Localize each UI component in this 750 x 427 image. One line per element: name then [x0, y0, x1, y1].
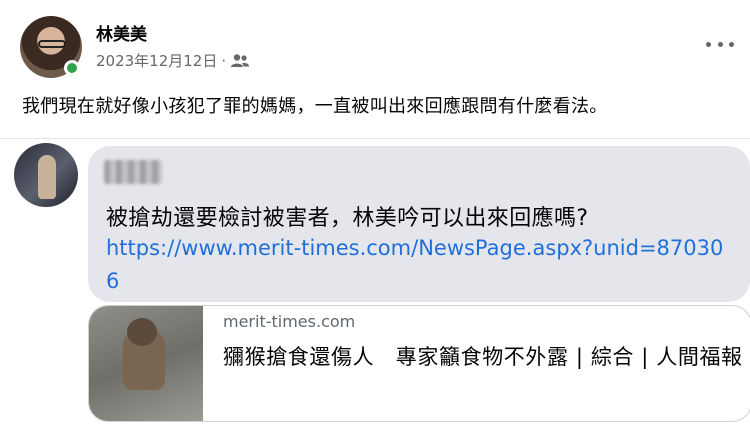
online-status-icon — [64, 60, 80, 76]
commenter-name-blurred[interactable] — [104, 160, 162, 184]
avatar-glasses — [38, 40, 66, 48]
post-meta: 2023年12月12日 · — [96, 50, 250, 71]
preview-domain: merit-times.com — [223, 312, 356, 331]
dot-icon — [717, 41, 723, 47]
post-date[interactable]: 2023年12月12日 — [96, 50, 217, 71]
monkey-head — [127, 318, 157, 346]
dot-icon — [729, 41, 734, 47]
post-text: 我們現在就好像小孩犯了罪的媽媽，一直被叫出來回應跟問有什麼看法。 — [22, 96, 608, 117]
divider — [0, 138, 750, 139]
author-name[interactable]: 林美美 — [96, 20, 147, 45]
avatar-figure — [38, 155, 56, 199]
comment-link[interactable]: https://www.merit-times.com/NewsPage.asp… — [106, 232, 736, 298]
preview-title[interactable]: 獼猴搶食還傷人 專家籲食物不外露 | 綜合 | 人間福報 — [223, 340, 743, 374]
friends-icon[interactable] — [230, 53, 250, 69]
commenter-avatar[interactable] — [14, 143, 78, 207]
link-preview-card[interactable]: merit-times.com 獼猴搶食還傷人 專家籲食物不外露 | 綜合 | … — [88, 305, 750, 422]
dot-icon — [706, 41, 711, 47]
more-options-button[interactable] — [706, 34, 734, 54]
comment-text: 被搶劫還要檢討被害者，林美吟可以出來回應嗎? — [106, 206, 589, 231]
meta-separator: · — [221, 51, 227, 70]
preview-image — [89, 306, 203, 421]
